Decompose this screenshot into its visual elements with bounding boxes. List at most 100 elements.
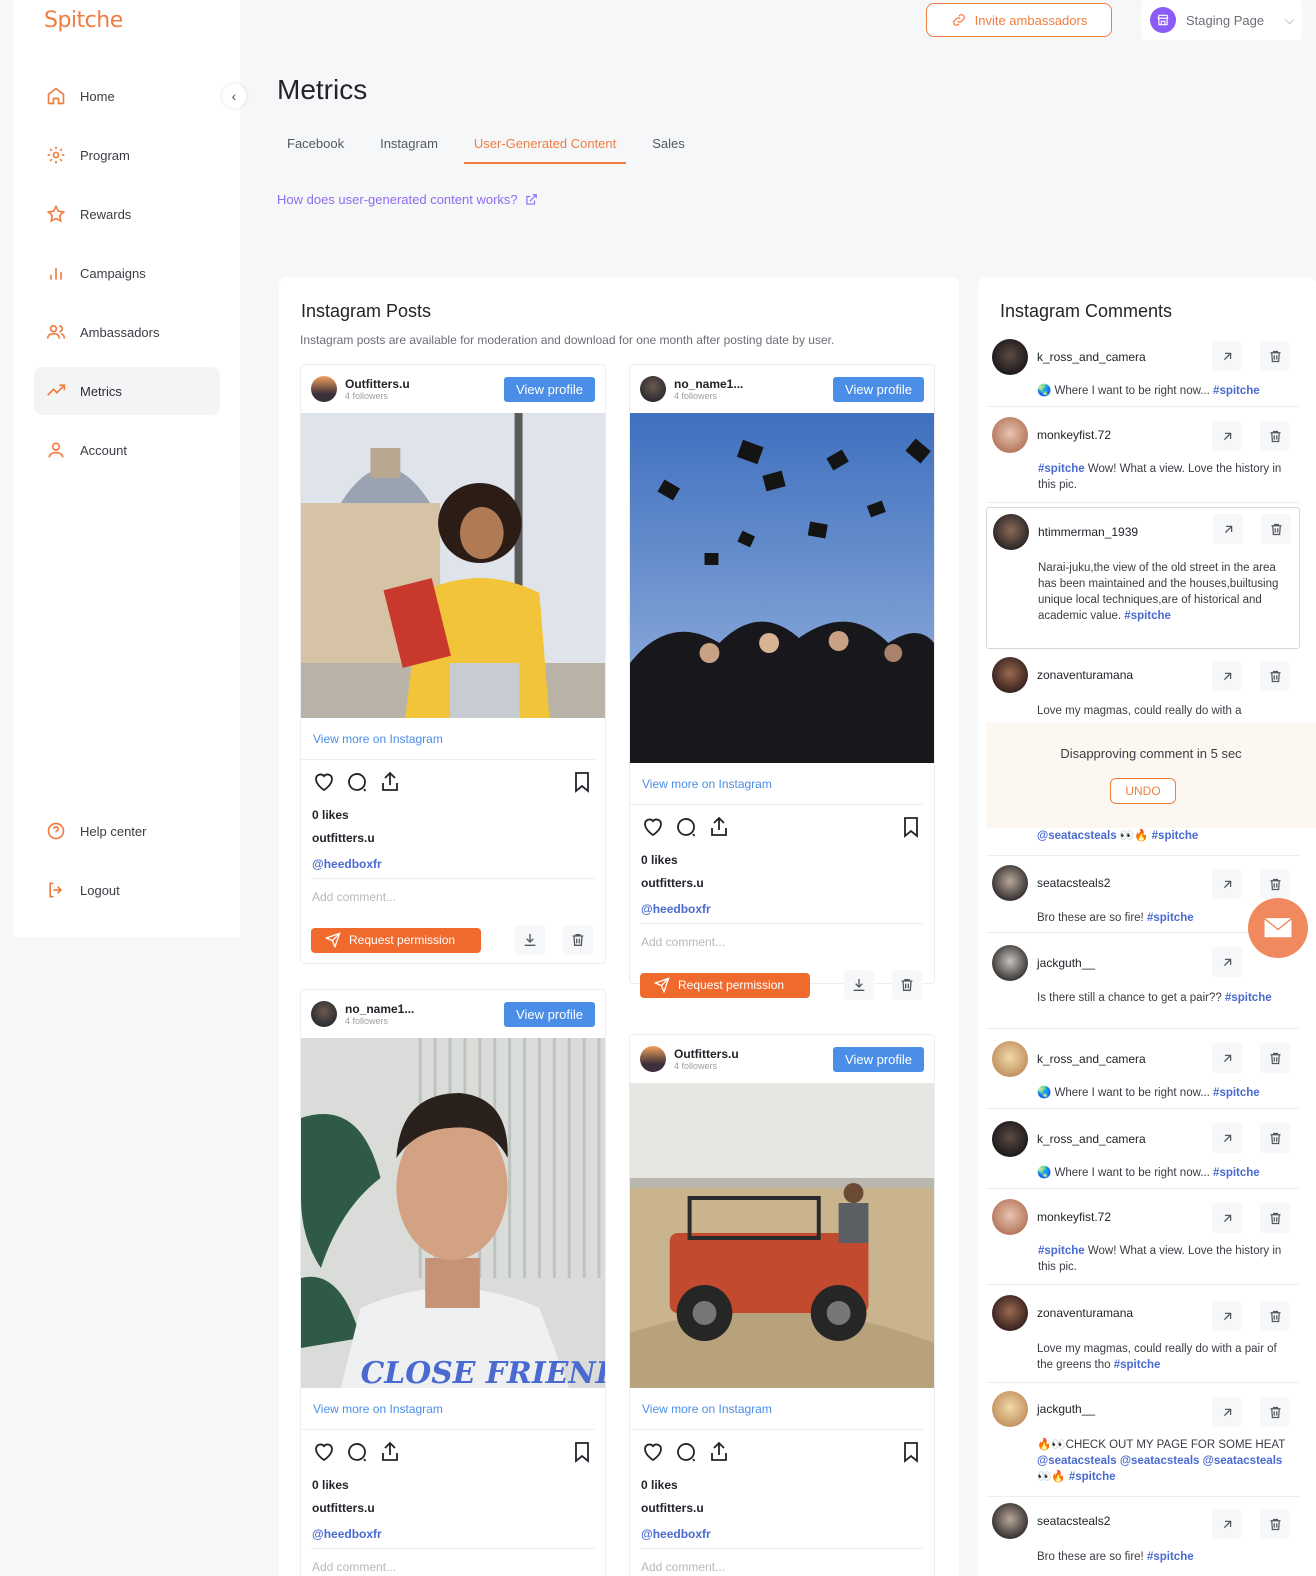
comment-hashtag[interactable]: #spitche <box>1213 1167 1260 1179</box>
tab-user-generated-content[interactable]: User-Generated Content <box>463 132 627 164</box>
share-icon[interactable] <box>378 1440 402 1464</box>
caption-mention[interactable]: @heedboxfr <box>630 895 934 923</box>
view-profile-button[interactable]: View profile <box>833 376 924 402</box>
delete-comment-button[interactable] <box>1261 514 1291 544</box>
sidebar-item-program[interactable]: Program <box>34 131 220 179</box>
comment-hashtag[interactable]: #spitche <box>1038 463 1085 475</box>
comment-hashtag[interactable]: @seatacsteals 👀🔥 #spitche <box>1037 830 1198 842</box>
tab-sales[interactable]: Sales <box>642 132 695 164</box>
comment-username[interactable]: monkeyfist.72 <box>1037 1210 1111 1224</box>
comment-username[interactable]: k_ross_and_camera <box>1037 1052 1146 1066</box>
open-comment-button[interactable] <box>1212 341 1242 371</box>
avatar[interactable] <box>993 514 1029 550</box>
view-more-link[interactable]: View more on Instagram <box>630 1388 924 1430</box>
post-username[interactable]: no_name1... <box>345 1002 414 1016</box>
share-icon[interactable] <box>378 770 402 794</box>
comment-icon[interactable] <box>674 815 698 839</box>
add-comment-field[interactable]: Add comment... <box>311 1548 595 1576</box>
invite-ambassadors-button[interactable]: Invite ambassadors <box>926 3 1112 37</box>
request-permission-button[interactable]: Request permission <box>311 927 481 953</box>
avatar[interactable] <box>992 1295 1028 1331</box>
download-button[interactable] <box>515 925 545 955</box>
delete-comment-button[interactable] <box>1260 1203 1290 1233</box>
sidebar-item-logout[interactable]: Logout <box>34 866 220 914</box>
caption-mention[interactable]: @heedboxfr <box>301 1520 605 1548</box>
open-comment-button[interactable] <box>1212 421 1242 451</box>
comment-username[interactable]: seatacsteals2 <box>1037 876 1110 890</box>
sidebar-item-account[interactable]: Account <box>34 426 220 474</box>
spitche-logo[interactable]: Spitche <box>44 8 123 33</box>
delete-comment-button[interactable] <box>1260 869 1290 899</box>
comment-username[interactable]: zonaventuramana <box>1037 668 1133 682</box>
delete-button[interactable] <box>892 970 922 1000</box>
avatar[interactable] <box>992 1391 1028 1427</box>
open-comment-button[interactable] <box>1212 1203 1242 1233</box>
comment-hashtag[interactable]: #spitche <box>1147 912 1194 924</box>
caption-mention[interactable]: @heedboxfr <box>301 850 605 878</box>
undo-button[interactable]: UNDO <box>1110 778 1176 804</box>
avatar[interactable] <box>992 339 1028 375</box>
sidebar-item-metrics[interactable]: Metrics <box>34 367 220 415</box>
tab-facebook[interactable]: Facebook <box>277 132 354 164</box>
open-comment-button[interactable] <box>1212 661 1242 691</box>
delete-comment-button[interactable] <box>1260 1397 1290 1427</box>
comment-hashtag[interactable]: #spitche <box>1225 992 1272 1004</box>
sidebar-item-campaigns[interactable]: Campaigns <box>34 249 220 297</box>
delete-comment-button[interactable] <box>1260 1509 1290 1539</box>
avatar[interactable] <box>992 657 1028 693</box>
chat-fab-button[interactable] <box>1248 898 1308 958</box>
comment-hashtag[interactable]: #spitche <box>1147 1551 1194 1563</box>
tab-instagram[interactable]: Instagram <box>370 132 448 164</box>
caption-username[interactable]: outfitters.u <box>630 1496 934 1520</box>
avatar[interactable] <box>992 1121 1028 1157</box>
view-profile-button[interactable]: View profile <box>504 376 595 402</box>
view-profile-button[interactable]: View profile <box>833 1046 924 1072</box>
avatar[interactable] <box>992 1199 1028 1235</box>
open-comment-button[interactable] <box>1212 947 1242 977</box>
ugc-help-link[interactable]: How does user-generated content works? <box>277 192 538 207</box>
comment-username[interactable]: k_ross_and_camera <box>1037 350 1146 364</box>
delete-comment-button[interactable] <box>1260 661 1290 691</box>
comment-username[interactable]: k_ross_and_camera <box>1037 1132 1146 1146</box>
delete-button[interactable] <box>563 925 593 955</box>
comment-hashtag[interactable]: #spitche <box>1038 1245 1085 1257</box>
open-comment-button[interactable] <box>1212 1397 1242 1427</box>
open-comment-button[interactable] <box>1212 1301 1242 1331</box>
sidebar-item-home[interactable]: Home <box>34 72 220 120</box>
share-icon[interactable] <box>707 1440 731 1464</box>
delete-comment-button[interactable] <box>1260 1123 1290 1153</box>
avatar[interactable] <box>992 1041 1028 1077</box>
caption-username[interactable]: outfitters.u <box>301 1496 605 1520</box>
open-comment-button[interactable] <box>1213 514 1243 544</box>
comment-username[interactable]: htimmerman_1939 <box>1038 525 1138 539</box>
collapse-sidebar-button[interactable]: ‹ <box>222 84 246 108</box>
comment-hashtag[interactable]: @seatacsteals @seatacsteals @seatacsteal… <box>1037 1455 1282 1483</box>
delete-comment-button[interactable] <box>1260 1301 1290 1331</box>
open-comment-button[interactable] <box>1212 1509 1242 1539</box>
open-comment-button[interactable] <box>1212 869 1242 899</box>
heart-icon[interactable] <box>312 1440 336 1464</box>
bookmark-icon[interactable] <box>899 815 923 839</box>
view-profile-button[interactable]: View profile <box>504 1001 595 1027</box>
sidebar-item-rewards[interactable]: Rewards <box>34 190 220 238</box>
avatar[interactable] <box>640 376 666 402</box>
avatar[interactable] <box>992 945 1028 981</box>
page-selector[interactable]: Staging Page ⌵ <box>1142 0 1302 40</box>
share-icon[interactable] <box>707 815 731 839</box>
view-more-link[interactable]: View more on Instagram <box>301 1388 595 1430</box>
comment-username[interactable]: jackguth__ <box>1037 1402 1095 1416</box>
add-comment-field[interactable]: Add comment... <box>640 1548 924 1576</box>
comment-icon[interactable] <box>345 1440 369 1464</box>
add-comment-field[interactable]: Add comment... <box>311 878 595 914</box>
avatar[interactable] <box>311 376 337 402</box>
caption-mention[interactable]: @heedboxfr <box>630 1520 934 1548</box>
comment-icon[interactable] <box>674 1440 698 1464</box>
avatar[interactable] <box>992 865 1028 901</box>
delete-comment-button[interactable] <box>1260 421 1290 451</box>
avatar[interactable] <box>311 1001 337 1027</box>
open-comment-button[interactable] <box>1212 1123 1242 1153</box>
comment-username[interactable]: monkeyfist.72 <box>1037 428 1111 442</box>
bookmark-icon[interactable] <box>899 1440 923 1464</box>
comment-hashtag[interactable]: #spitche <box>1213 385 1260 397</box>
delete-comment-button[interactable] <box>1260 1043 1290 1073</box>
